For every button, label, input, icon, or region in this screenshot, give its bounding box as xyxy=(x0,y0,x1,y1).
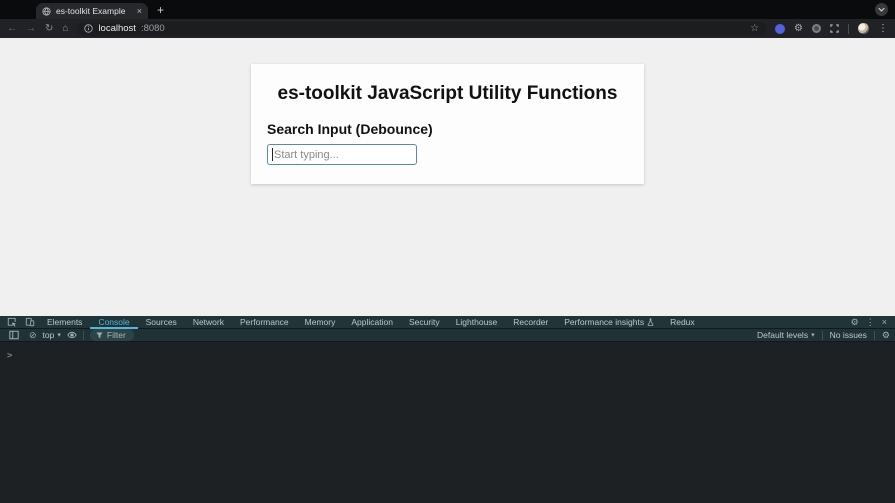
browser-menu-icon[interactable]: ⋮ xyxy=(878,23,888,34)
live-expression-eye-icon[interactable] xyxy=(67,331,77,339)
browser-toolbar: ← → ↻ ⌂ localhost :8080 ☆ ⚙ ⋮ xyxy=(0,19,895,38)
devtools-tab-bar: Elements Console Sources Network Perform… xyxy=(0,316,895,329)
devtools-tab-network[interactable]: Network xyxy=(185,316,232,329)
home-icon[interactable]: ⌂ xyxy=(62,23,68,34)
devtools-tab-lighthouse[interactable]: Lighthouse xyxy=(448,316,506,329)
devtools-menu-icon[interactable]: ⋮ xyxy=(866,317,875,328)
extension-icon-ring[interactable] xyxy=(812,24,821,33)
content-card: es-toolkit JavaScript Utility Functions … xyxy=(251,64,644,184)
devtools-tab-application[interactable]: Application xyxy=(343,316,401,329)
dropdown-arrow-icon: ▾ xyxy=(811,332,815,339)
section-title: Search Input (Debounce) xyxy=(267,121,433,137)
search-input[interactable] xyxy=(267,144,417,165)
devtools-tab-memory[interactable]: Memory xyxy=(297,316,344,329)
address-bar[interactable]: localhost :8080 ☆ xyxy=(77,21,767,36)
console-toolbar: ⊘ top ▾ Filter Default levels ▾ No issue… xyxy=(0,329,895,342)
tab-search-button[interactable] xyxy=(875,3,888,16)
browser-window: es-toolkit Example × + ← → ↻ ⌂ localhost… xyxy=(0,0,895,503)
url-host: localhost xyxy=(98,23,136,34)
bookmark-star-icon[interactable]: ☆ xyxy=(750,23,759,34)
extensions-icon[interactable] xyxy=(830,24,839,33)
globe-favicon-icon xyxy=(42,6,51,16)
text-caret xyxy=(272,148,273,161)
browser-tab[interactable]: es-toolkit Example × xyxy=(36,3,148,19)
profile-avatar[interactable] xyxy=(858,23,869,34)
page-viewport: es-toolkit JavaScript Utility Functions … xyxy=(0,64,895,316)
page-title: es-toolkit JavaScript Utility Functions xyxy=(277,83,618,104)
console-sidebar-icon[interactable] xyxy=(9,330,19,340)
extension-icon-blue[interactable] xyxy=(775,23,786,34)
tab-close-icon[interactable]: × xyxy=(137,6,142,16)
extension-icon-gear[interactable]: ⚙ xyxy=(794,23,803,34)
reload-icon[interactable]: ↻ xyxy=(45,23,53,34)
console-settings-icon[interactable]: ⚙ xyxy=(882,330,890,340)
chevron-down-icon xyxy=(878,7,885,12)
console-prompt[interactable]: > xyxy=(7,351,12,361)
toolbar-divider xyxy=(848,23,849,34)
experiment-flask-icon xyxy=(647,318,654,326)
log-levels-selector[interactable]: Default levels ▾ xyxy=(757,330,815,340)
devtools-tab-recorder[interactable]: Recorder xyxy=(505,316,556,329)
device-toolbar-icon[interactable] xyxy=(25,317,35,327)
site-info-icon[interactable] xyxy=(84,24,94,33)
clear-console-icon[interactable]: ⊘ xyxy=(29,330,37,340)
console-filter-input[interactable]: Filter xyxy=(89,329,134,341)
console-context-selector[interactable]: top ▾ xyxy=(43,330,61,340)
devtools-settings-icon[interactable]: ⚙ xyxy=(851,317,859,327)
devtools-panel: Elements Console Sources Network Perform… xyxy=(0,316,895,503)
dropdown-arrow-icon: ▾ xyxy=(57,332,61,339)
devtools-tab-redux[interactable]: Redux xyxy=(662,316,703,329)
tab-title: es-toolkit Example xyxy=(56,6,126,16)
filter-funnel-icon xyxy=(96,331,103,338)
devtools-tab-performance[interactable]: Performance xyxy=(232,316,297,329)
devtools-tab-security[interactable]: Security xyxy=(401,316,448,329)
devtools-tab-elements[interactable]: Elements xyxy=(39,316,90,329)
search-input-wrapper xyxy=(267,144,417,165)
devtools-tab-sources[interactable]: Sources xyxy=(138,316,185,329)
console-output-area[interactable]: > xyxy=(0,342,895,503)
devtools-tab-performance-insights[interactable]: Performance insights xyxy=(556,316,662,329)
forward-icon[interactable]: → xyxy=(26,23,36,34)
tab-strip: es-toolkit Example × + xyxy=(0,0,895,19)
devtools-tab-console[interactable]: Console xyxy=(90,316,137,329)
inspect-element-icon[interactable] xyxy=(7,317,17,327)
url-port: :8080 xyxy=(140,23,165,34)
devtools-close-icon[interactable]: × xyxy=(882,317,887,327)
issues-counter[interactable]: No issues xyxy=(830,330,867,340)
new-tab-button[interactable]: + xyxy=(157,4,164,16)
back-icon[interactable]: ← xyxy=(7,23,17,34)
